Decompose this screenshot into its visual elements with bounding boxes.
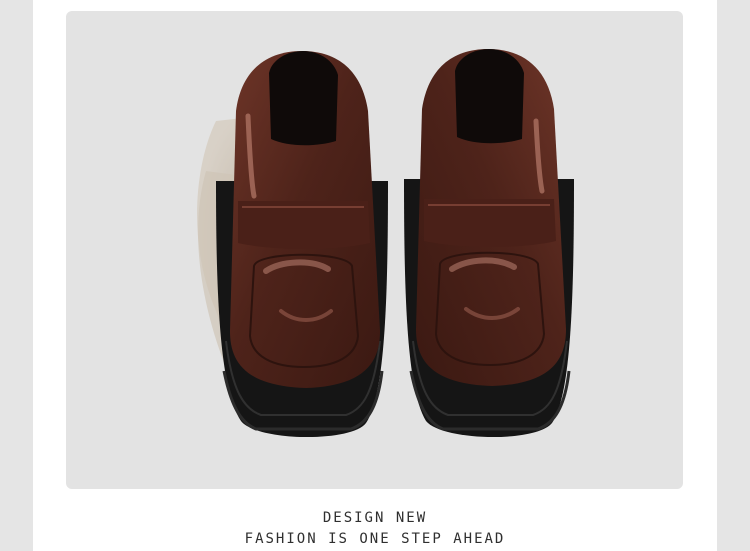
left-shoe (216, 51, 388, 438)
right-opening (455, 49, 524, 144)
caption-line-1: DESIGN NEW (322, 510, 428, 526)
loafers-illustration (197, 49, 574, 438)
left-opening (269, 51, 338, 146)
right-strap (424, 199, 556, 247)
left-strap (238, 201, 370, 249)
left-margin (0, 0, 33, 551)
right-shoe (404, 49, 574, 438)
right-margin (717, 0, 750, 551)
caption-line-2: FASHION IS ONE STEP AHEAD (244, 531, 506, 547)
product-photo (66, 11, 683, 489)
